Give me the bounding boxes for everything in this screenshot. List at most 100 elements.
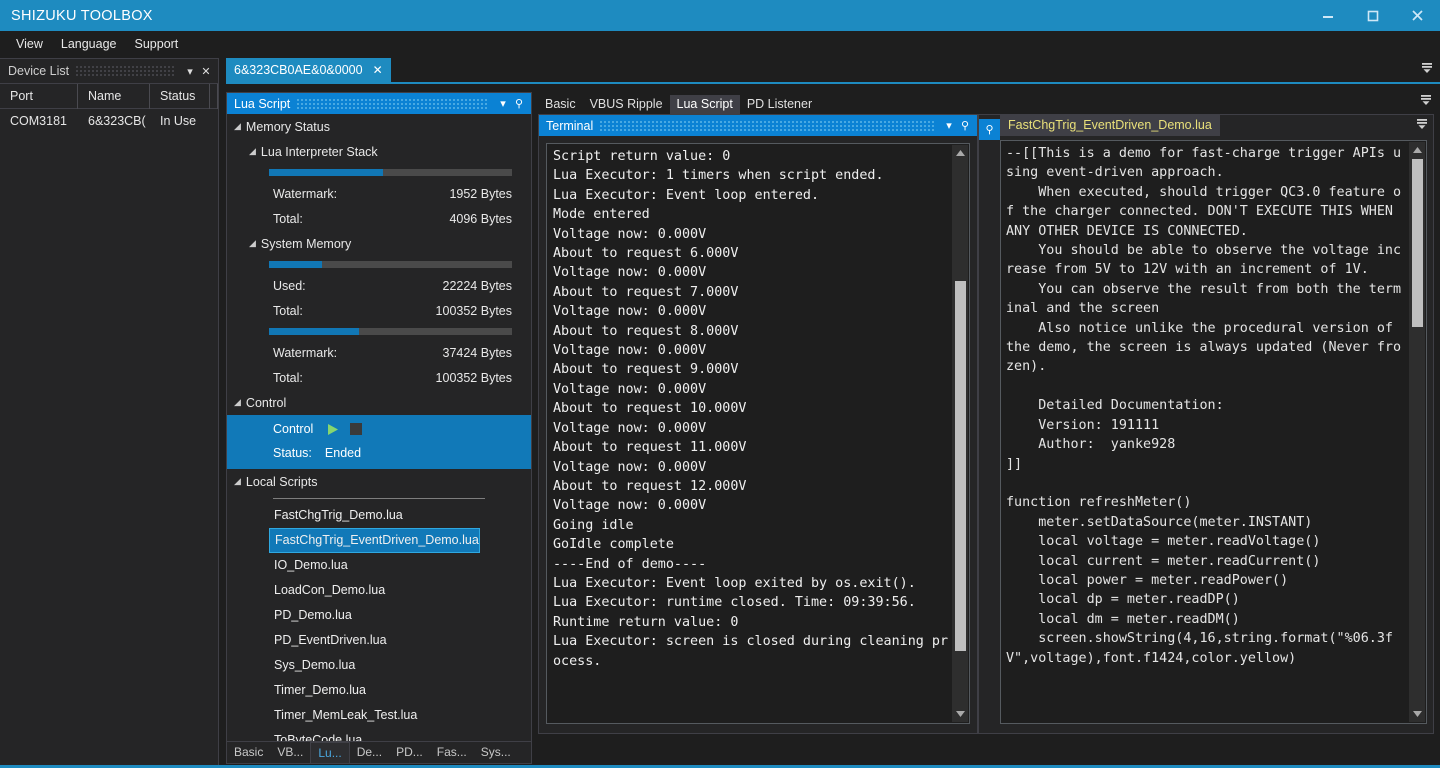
chevron-down-icon[interactable]: ▾ bbox=[182, 65, 198, 78]
tree-node-system-memory[interactable]: ◢ System Memory bbox=[227, 231, 531, 256]
stat-label: Total: bbox=[273, 303, 303, 318]
terminal-dock-header: Terminal ▾ ⚲ bbox=[539, 115, 977, 136]
list-item[interactable]: LoadCon_Demo.lua bbox=[227, 578, 531, 603]
device-list-panel: Device List ▾ ✕ Port Name Status COM3181… bbox=[0, 58, 219, 768]
scroll-up-arrow-icon[interactable] bbox=[952, 145, 968, 161]
editor-pin-strip: ⚲ bbox=[979, 115, 1000, 733]
mini-tab-fastchg[interactable]: Fas... bbox=[430, 742, 474, 763]
divider bbox=[273, 498, 485, 499]
collapse-triangle-icon: ◢ bbox=[249, 146, 256, 156]
terminal-output-area[interactable]: Script return value: 0 Lua Executor: 1 t… bbox=[546, 143, 970, 724]
mini-tab-pd[interactable]: PD... bbox=[389, 742, 430, 763]
drag-grip[interactable] bbox=[296, 98, 489, 109]
lua-script-dock: Lua Script ▾ ⚲ ◢ Memory Status ◢ Lua Int… bbox=[226, 92, 532, 764]
device-list-header: Device List ▾ ✕ bbox=[0, 59, 218, 83]
stop-icon[interactable] bbox=[350, 423, 363, 435]
mini-tab-lua[interactable]: Lu... bbox=[310, 742, 350, 763]
document-tab-label: 6&323CB0AE&0&0000 bbox=[234, 63, 363, 77]
pin-icon[interactable]: ⚲ bbox=[511, 97, 527, 110]
list-item[interactable]: Timer_MemLeak_Test.lua bbox=[227, 703, 531, 728]
device-table-header-row: Port Name Status bbox=[0, 83, 218, 109]
script-name: Timer_MemLeak_Test.lua bbox=[274, 708, 418, 722]
list-item[interactable]: PD_EventDriven.lua bbox=[227, 628, 531, 653]
list-item-selected[interactable]: FastChgTrig_EventDriven_Demo.lua bbox=[227, 528, 531, 553]
tree-node-local-scripts[interactable]: ◢ Local Scripts bbox=[227, 469, 531, 494]
drag-grip[interactable] bbox=[599, 120, 935, 131]
close-button[interactable] bbox=[1395, 0, 1440, 31]
stat-value: 37424 Bytes bbox=[442, 345, 513, 360]
list-item[interactable]: PD_Demo.lua bbox=[227, 603, 531, 628]
close-icon[interactable]: ✕ bbox=[373, 63, 383, 77]
stat-value: 100352 Bytes bbox=[435, 370, 512, 385]
stat-row-stack-watermark: Watermark: 1952 Bytes bbox=[227, 181, 531, 206]
pin-icon[interactable]: ⚲ bbox=[957, 119, 973, 132]
table-row[interactable]: COM3181 6&323CB( In Use bbox=[0, 109, 218, 134]
sysmem-watermark-progress-wrap bbox=[227, 323, 531, 340]
editor-filename-tab[interactable]: FastChgTrig_EventDriven_Demo.lua bbox=[1000, 115, 1220, 136]
mini-tab-basic[interactable]: Basic bbox=[227, 742, 270, 763]
chevron-down-icon[interactable]: ▾ bbox=[495, 97, 511, 110]
list-item[interactable]: Sys_Demo.lua bbox=[227, 653, 531, 678]
tree-node-memory-status[interactable]: ◢ Memory Status bbox=[227, 114, 531, 139]
terminal-title: Terminal bbox=[546, 118, 594, 133]
mini-tab-vbus[interactable]: VB... bbox=[270, 742, 310, 763]
lua-script-dock-body: ◢ Memory Status ◢ Lua Interpreter Stack … bbox=[227, 114, 531, 743]
editor-scrollbar[interactable] bbox=[1409, 142, 1425, 722]
menu-item-support[interactable]: Support bbox=[127, 34, 187, 54]
column-header-name[interactable]: Name bbox=[78, 83, 150, 109]
overflow-chevron-icon[interactable] bbox=[1415, 117, 1429, 135]
scroll-down-arrow-icon[interactable] bbox=[952, 706, 968, 722]
overflow-chevron-icon[interactable] bbox=[1419, 93, 1433, 111]
play-icon[interactable] bbox=[325, 422, 339, 436]
close-icon bbox=[1411, 9, 1424, 22]
inner-tab-strip: Basic VBUS Ripple Lua Script PD Listener bbox=[532, 92, 1440, 114]
terminal-scrollbar[interactable] bbox=[952, 145, 968, 722]
tree-node-control[interactable]: ◢ Control bbox=[227, 390, 531, 415]
stat-label: Total: bbox=[273, 211, 303, 226]
overflow-chevron-icon[interactable] bbox=[1420, 61, 1434, 79]
progress-bar-system-used bbox=[269, 261, 512, 268]
menu-item-view[interactable]: View bbox=[8, 34, 51, 54]
lua-script-dock-title: Lua Script bbox=[234, 96, 291, 111]
column-header-status[interactable]: Status bbox=[150, 83, 210, 109]
scroll-down-arrow-icon[interactable] bbox=[1409, 706, 1425, 722]
terminal-dock: Terminal ▾ ⚲ Script return value: 0 Lua … bbox=[538, 114, 978, 734]
document-area: Lua Script ▾ ⚲ ◢ Memory Status ◢ Lua Int… bbox=[226, 82, 1440, 768]
chevron-down-icon[interactable]: ▾ bbox=[941, 119, 957, 132]
mini-tab-device[interactable]: De... bbox=[350, 742, 389, 763]
panels-row: Terminal ▾ ⚲ Script return value: 0 Lua … bbox=[532, 114, 1440, 764]
cell-status: In Use bbox=[160, 114, 197, 128]
tab-vbus-ripple[interactable]: VBUS Ripple bbox=[583, 95, 670, 114]
tree-node-lua-interpreter-stack[interactable]: ◢ Lua Interpreter Stack bbox=[227, 139, 531, 164]
window-title: SHIZUKU TOOLBOX bbox=[11, 7, 153, 24]
script-name: FastChgTrig_Demo.lua bbox=[274, 508, 403, 522]
menu-item-language[interactable]: Language bbox=[53, 34, 125, 54]
list-item[interactable]: Timer_Demo.lua bbox=[227, 678, 531, 703]
editor-header: FastChgTrig_EventDriven_Demo.lua bbox=[1000, 115, 1433, 136]
control-row: Control bbox=[227, 417, 531, 441]
code-editor-area[interactable]: --[[This is a demo for fast-charge trigg… bbox=[1000, 140, 1427, 724]
maximize-button[interactable] bbox=[1350, 0, 1395, 31]
close-icon[interactable]: ✕ bbox=[198, 65, 214, 78]
document-tab-device[interactable]: 6&323CB0AE&0&0000 ✕ bbox=[226, 58, 391, 82]
sysmem-used-progress-wrap bbox=[227, 256, 531, 273]
list-item[interactable]: IO_Demo.lua bbox=[227, 553, 531, 578]
stat-row-stack-total: Total: 4096 Bytes bbox=[227, 206, 531, 231]
collapse-triangle-icon: ◢ bbox=[249, 238, 256, 248]
column-header-port[interactable]: Port bbox=[0, 83, 78, 109]
tab-basic[interactable]: Basic bbox=[538, 95, 583, 114]
tab-pd-listener[interactable]: PD Listener bbox=[740, 95, 819, 114]
minimize-button[interactable] bbox=[1305, 0, 1350, 31]
tree-node-label: Memory Status bbox=[245, 119, 330, 134]
tab-lua-script[interactable]: Lua Script bbox=[669, 95, 740, 114]
terminal-scroll-thumb[interactable] bbox=[955, 281, 966, 651]
minimize-icon bbox=[1322, 10, 1334, 22]
cell-port: COM3181 bbox=[10, 114, 67, 128]
inner-content-area: Basic VBUS Ripple Lua Script PD Listener… bbox=[532, 92, 1440, 764]
pin-icon[interactable]: ⚲ bbox=[979, 119, 1000, 140]
scroll-up-arrow-icon[interactable] bbox=[1409, 142, 1425, 158]
drag-grip[interactable] bbox=[75, 66, 176, 76]
list-item[interactable]: FastChgTrig_Demo.lua bbox=[227, 503, 531, 528]
mini-tab-sys[interactable]: Sys... bbox=[474, 742, 518, 763]
editor-scroll-thumb[interactable] bbox=[1412, 159, 1423, 327]
